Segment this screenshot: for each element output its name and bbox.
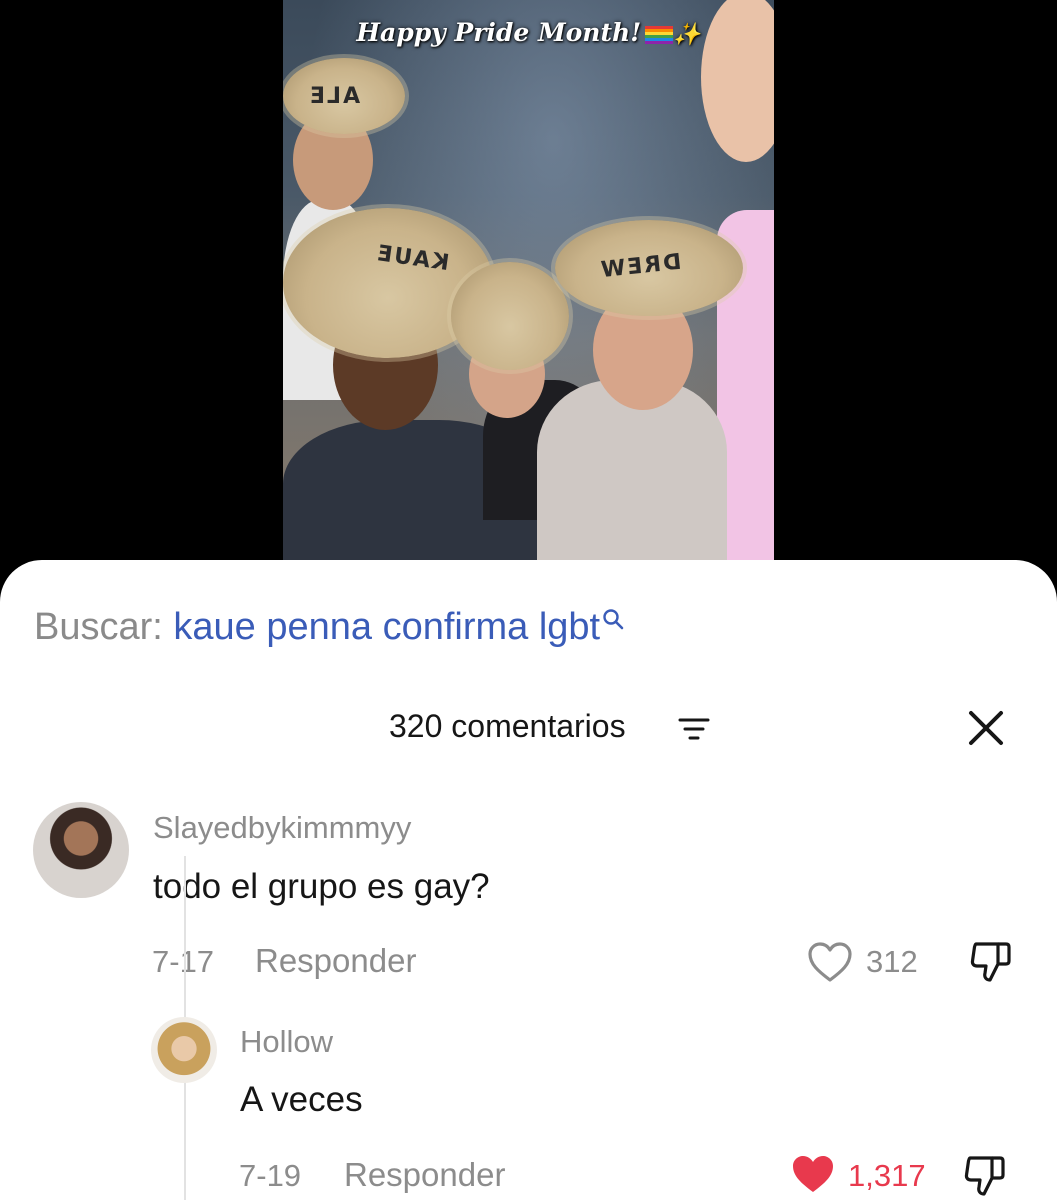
sparkles-icon: ✨ [673, 21, 701, 48]
filter-icon[interactable] [678, 714, 710, 744]
reply-button-2[interactable]: Responder [344, 1156, 505, 1194]
close-icon[interactable] [962, 704, 1010, 752]
heart-filled-icon[interactable] [789, 1152, 837, 1196]
video-player[interactable]: ALE KAUE DREW Happy Pride Month! ✨ [283, 0, 774, 560]
reply-text: A veces [240, 1080, 363, 1119]
comment-text: todo el grupo es gay? [153, 867, 490, 906]
comment-username[interactable]: Slayedbykimmmyy [153, 810, 411, 846]
comments-header: 320 comentarios [0, 708, 1057, 752]
overlay-title-text: Happy Pride Month! [356, 18, 642, 47]
search-query-link[interactable]: kaue penna confirma lgbt [173, 606, 600, 648]
rainbow-flag-icon [645, 25, 674, 44]
search-suggestion[interactable]: Buscar: kaue penna confirma lgbt [34, 606, 624, 649]
avatar[interactable] [33, 802, 129, 898]
dislike-icon[interactable] [968, 938, 1014, 984]
comment-count: 320 comentarios [389, 708, 626, 744]
dislike-icon[interactable] [962, 1152, 1008, 1198]
reply-date: 7-19 [239, 1158, 302, 1193]
reply-button[interactable]: Responder [255, 942, 416, 980]
video-overlay-title: Happy Pride Month! ✨ [283, 18, 774, 48]
reply-username[interactable]: Hollow [240, 1024, 333, 1060]
heart-outline-icon[interactable] [806, 940, 854, 984]
hat-middle [451, 262, 569, 370]
hat-label-ale: ALE [308, 84, 361, 109]
reply-avatar[interactable] [151, 1017, 217, 1083]
comments-sheet: Buscar: kaue penna confirma lgbt 320 com… [0, 560, 1057, 1200]
search-icon[interactable] [602, 608, 624, 630]
reply-like-count: 1,317 [848, 1158, 926, 1193]
search-prefix: Buscar: [34, 606, 174, 648]
like-count: 312 [866, 944, 918, 979]
